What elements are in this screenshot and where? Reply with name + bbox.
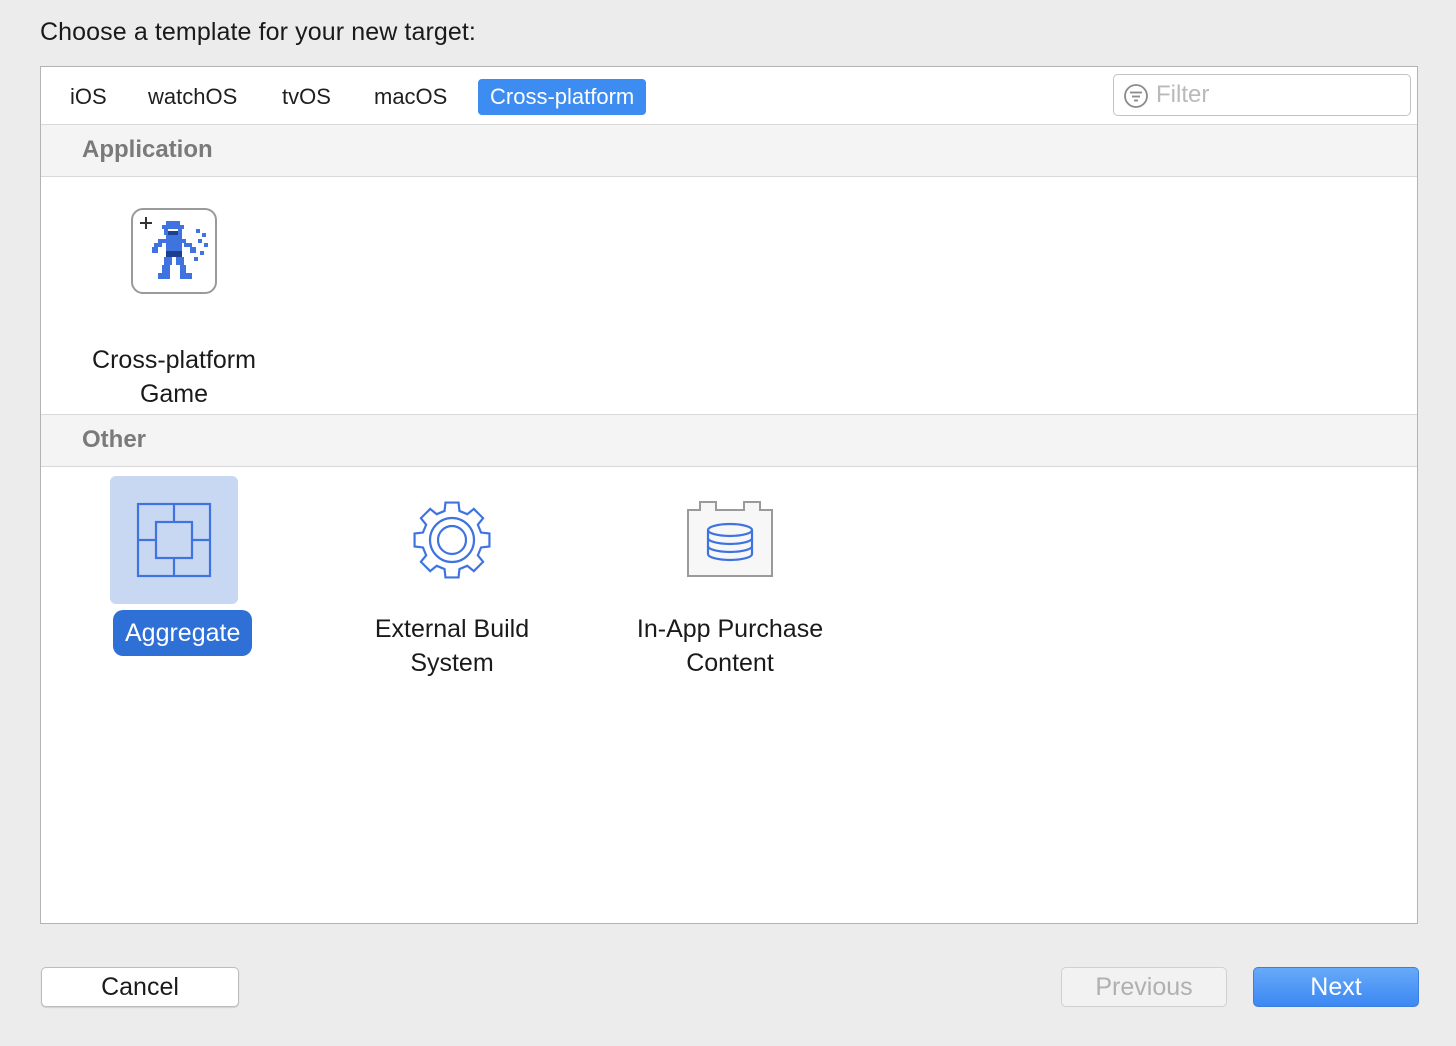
- section-title: Application: [82, 136, 213, 163]
- in-app-purchase-icon: [687, 501, 773, 577]
- previous-button[interactable]: Previous: [1061, 967, 1227, 1007]
- template-icon-wrap: [666, 476, 794, 604]
- template-aggregate[interactable]: Aggregate: [54, 476, 294, 666]
- template-panel: iOS watchOS tvOS macOS Cross-platform Fi…: [40, 66, 1418, 924]
- dialog-prompt: Choose a template for your new target:: [40, 18, 476, 46]
- gear-icon: [413, 501, 491, 579]
- template-label: In-App Purchase Content: [636, 615, 824, 677]
- template-label: Aggregate: [113, 610, 253, 656]
- filter-placeholder: Filter: [1156, 81, 1210, 108]
- tab-ios[interactable]: iOS: [58, 79, 119, 115]
- platform-tab-bar: iOS watchOS tvOS macOS Cross-platform Fi…: [41, 67, 1417, 125]
- template-in-app-purchase-content[interactable]: In-App Purchase Content: [610, 476, 850, 696]
- template-label: Cross-platform Game: [92, 346, 256, 408]
- section-header-other: Other: [41, 414, 1417, 467]
- template-cross-platform-game[interactable]: Cross-platform Game: [54, 207, 294, 408]
- template-icon-wrap: [388, 476, 516, 604]
- tab-cross-platform[interactable]: Cross-platform: [478, 79, 647, 115]
- template-icon-wrap: [110, 476, 238, 604]
- tab-watchos[interactable]: watchOS: [136, 79, 249, 115]
- next-button[interactable]: Next: [1253, 967, 1419, 1007]
- cancel-button[interactable]: Cancel: [41, 967, 239, 1007]
- template-label: External Build System: [374, 615, 530, 677]
- filter-field[interactable]: Filter: [1113, 74, 1411, 116]
- game-sprite-icon: [131, 208, 217, 294]
- aggregate-icon: [136, 502, 212, 578]
- tab-tvos[interactable]: tvOS: [270, 79, 343, 115]
- filter-icon: [1124, 84, 1148, 108]
- tab-macos[interactable]: macOS: [362, 79, 459, 115]
- template-icon-wrap: [110, 207, 238, 335]
- section-title: Other: [82, 426, 147, 453]
- section-header-application: Application: [41, 124, 1417, 177]
- template-external-build-system[interactable]: External Build System: [332, 476, 572, 696]
